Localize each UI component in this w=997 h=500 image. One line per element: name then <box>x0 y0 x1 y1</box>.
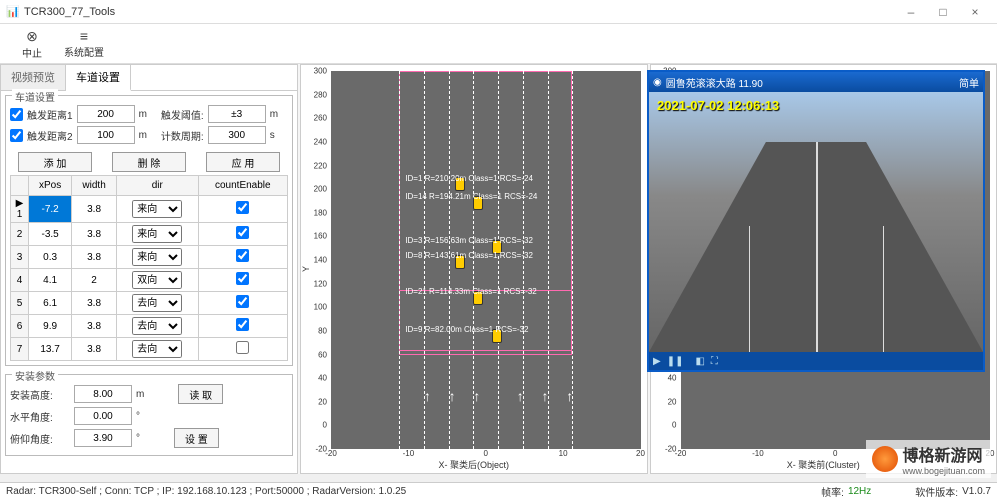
stop-icon: ⊗ <box>26 28 38 45</box>
dir-select[interactable]: 双向 <box>132 271 182 289</box>
add-button[interactable]: 添 加 <box>18 152 92 172</box>
status-radar: Radar: TCR300-Self ; Conn: TCP ; IP: 192… <box>6 486 406 497</box>
dir-select[interactable]: 来向 <box>132 248 182 266</box>
tab-lane-settings[interactable]: 车道设置 <box>66 65 131 91</box>
app-icon: 📊 <box>6 5 20 19</box>
toolbar: ⊗ 中止 ≡ 系统配置 <box>0 24 997 64</box>
fullscreen-icon[interactable]: ⛶ <box>711 356 718 367</box>
count-enable-checkbox[interactable] <box>236 226 249 239</box>
tabstrip: 视频预览 车道设置 <box>1 65 297 91</box>
video-timestamp: 2021-07-02 12:06:13 <box>657 98 779 113</box>
table-row[interactable]: ▶ 1 -7.2 3.8 来向 <box>11 196 288 223</box>
dir-select[interactable]: 来向 <box>132 200 182 218</box>
table-row[interactable]: 3 0.3 3.8 来向 <box>11 246 288 269</box>
lane-settings-group: 车道设置 触发距离1 m 触发阈值: m 触发距离2 m 计数周期: s 添 <box>5 95 293 366</box>
table-row[interactable]: 6 9.9 3.8 去向 <box>11 315 288 338</box>
table-row[interactable]: 2 -3.5 3.8 来向 <box>11 223 288 246</box>
video-window[interactable]: ◉ 圆鲁苑滚滚大路 11.90 简单 2021-07-02 12:06:13 ▶… <box>647 70 985 372</box>
close-button[interactable]: × <box>959 5 991 19</box>
count-enable-checkbox[interactable] <box>236 201 249 214</box>
count-enable-checkbox[interactable] <box>236 295 249 308</box>
count-enable-checkbox[interactable] <box>236 272 249 285</box>
table-row[interactable]: 4 4.1 2 双向 <box>11 269 288 292</box>
maximize-button[interactable]: □ <box>927 5 959 19</box>
trigger-dist2-input[interactable] <box>77 126 135 144</box>
video-controls: ▶ ❚❚ ◧ ⛶ <box>649 352 983 370</box>
pause-icon[interactable]: ❚❚ <box>667 356 684 367</box>
stop-button[interactable]: ⊗ 中止 <box>8 28 56 60</box>
install-height-input[interactable] <box>74 385 132 403</box>
status-fps: 12Hz <box>848 486 871 497</box>
titlebar: 📊 TCR300_77_Tools – □ × <box>0 0 997 24</box>
config-icon: ≡ <box>80 28 88 44</box>
set-button[interactable]: 设 置 <box>174 428 219 448</box>
left-panel: 视频预览 车道设置 车道设置 触发距离1 m 触发阈值: m 触发距离2 m 计… <box>0 64 298 474</box>
dir-select[interactable]: 去向 <box>132 294 182 312</box>
video-frame: 2021-07-02 12:06:13 <box>649 92 983 352</box>
dir-select[interactable]: 去向 <box>132 317 182 335</box>
table-row[interactable]: 5 6.1 3.8 去向 <box>11 292 288 315</box>
object-plot[interactable]: Y 30028026024022020018016014012010080604… <box>300 64 648 474</box>
trigger-dist1-input[interactable] <box>77 105 135 123</box>
trigger-dist2-checkbox[interactable] <box>10 129 23 142</box>
dir-select[interactable]: 去向 <box>132 340 182 358</box>
watermark: 博格新游网 www.bogejituan.com <box>866 440 991 478</box>
camera-icon: ◉ <box>653 77 662 88</box>
window-title: TCR300_77_Tools <box>24 6 895 18</box>
count-period-input[interactable] <box>208 126 266 144</box>
trigger-dist1-checkbox[interactable] <box>10 108 23 121</box>
dir-select[interactable]: 来向 <box>132 225 182 243</box>
table-row[interactable]: 7 13.7 3.8 去向 <box>11 338 288 361</box>
status-version: V1.0.7 <box>962 486 991 497</box>
minimize-button[interactable]: – <box>895 5 927 19</box>
pitch-angle-input[interactable] <box>74 429 132 447</box>
count-enable-checkbox[interactable] <box>236 341 249 354</box>
delete-button[interactable]: 删 除 <box>112 152 186 172</box>
settings-icon[interactable]: ◧ <box>695 356 704 367</box>
lane-table[interactable]: xPos width dir countEnable ▶ 1 -7.2 3.8 … <box>10 175 288 361</box>
apply-button[interactable]: 应 用 <box>206 152 280 172</box>
count-enable-checkbox[interactable] <box>236 249 249 262</box>
trigger-threshold-input[interactable] <box>208 105 266 123</box>
tab-video-preview[interactable]: 视频预览 <box>1 65 66 90</box>
statusbar: Radar: TCR300-Self ; Conn: TCP ; IP: 192… <box>0 482 997 500</box>
horizontal-angle-input[interactable] <box>74 407 132 425</box>
play-icon[interactable]: ▶ <box>653 356 661 367</box>
video-titlebar[interactable]: ◉ 圆鲁苑滚滚大路 11.90 简单 <box>649 72 983 92</box>
install-params-group: 安装参数 安装高度: m 读 取 水平角度: ° 俯仰角度: ° 设 置 <box>5 374 293 456</box>
config-button[interactable]: ≡ 系统配置 <box>60 28 108 59</box>
watermark-icon <box>872 446 898 472</box>
read-button[interactable]: 读 取 <box>178 384 223 404</box>
count-enable-checkbox[interactable] <box>236 318 249 331</box>
